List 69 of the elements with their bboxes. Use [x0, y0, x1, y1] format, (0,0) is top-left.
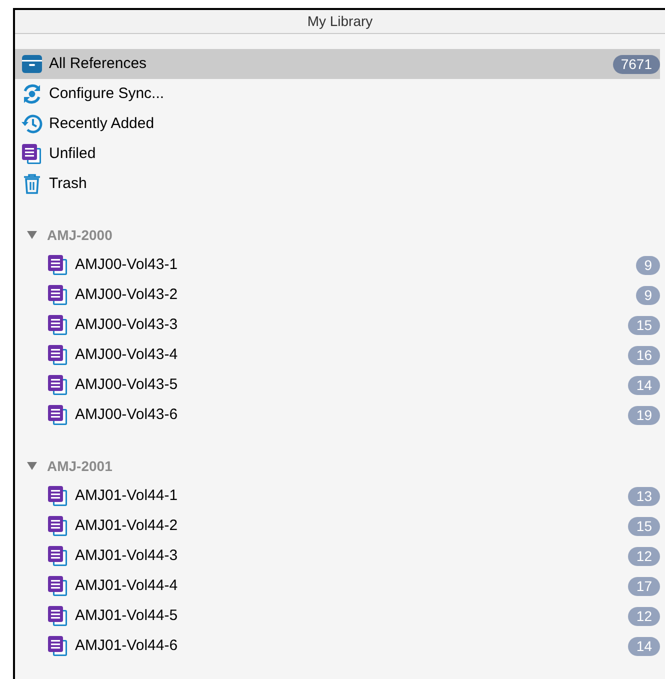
collection-item[interactable]: AMJ01-Vol44-6 14 [15, 631, 660, 661]
item-label: Configure Sync... [49, 84, 164, 104]
count-badge: 14 [628, 636, 660, 656]
item-label: AMJ01-Vol44-4 [75, 576, 178, 596]
collection-item[interactable]: AMJ01-Vol44-2 15 [15, 511, 660, 541]
trash-icon [22, 173, 42, 195]
count-badge: 12 [628, 546, 660, 566]
collection-item[interactable]: AMJ00-Vol43-3 15 [15, 310, 660, 340]
item-label: AMJ00-Vol43-3 [75, 314, 178, 335]
count-badge: 15 [628, 516, 660, 536]
item-label: Unfiled [49, 144, 96, 164]
collection-item[interactable]: AMJ00-Vol43-5 14 [15, 370, 660, 400]
item-label: All References [49, 54, 147, 74]
count-badge: 13 [628, 486, 660, 506]
item-label: AMJ00-Vol43-2 [75, 284, 178, 305]
library-item[interactable]: Unfiled [15, 139, 660, 169]
item-label: AMJ00-Vol43-6 [75, 404, 178, 425]
document-stack-icon [47, 344, 69, 366]
document-stack-icon [47, 254, 69, 276]
count-badge: 19 [628, 406, 660, 424]
item-label: AMJ01-Vol44-3 [75, 546, 178, 566]
library-item[interactable]: All References 7671 [15, 49, 660, 79]
document-stack-icon [47, 575, 69, 597]
collection-item[interactable]: AMJ00-Vol43-2 9 [15, 280, 660, 310]
document-stack-icon [47, 314, 69, 336]
document-stack-icon [47, 515, 69, 537]
item-label: AMJ00-Vol43-5 [75, 374, 178, 395]
count-badge: 16 [628, 346, 660, 364]
document-stack-icon [47, 485, 69, 507]
document-stack-icon [47, 404, 69, 426]
group-label: AMJ-2000 [47, 226, 112, 244]
item-label: AMJ00-Vol43-4 [75, 344, 178, 365]
collection-item[interactable]: AMJ01-Vol44-5 12 [15, 601, 660, 631]
count-badge: 14 [628, 376, 660, 394]
history-icon [21, 113, 43, 135]
document-stack-icon [47, 284, 69, 306]
count-badge: 7671 [612, 54, 660, 74]
item-label: AMJ01-Vol44-5 [75, 606, 178, 626]
item-label: AMJ01-Vol44-2 [75, 516, 178, 536]
triangle-down-icon[interactable] [27, 230, 37, 240]
document-stack-icon [47, 635, 69, 657]
collection-item[interactable]: AMJ01-Vol44-1 13 [15, 481, 660, 511]
document-stack-icon [47, 374, 69, 396]
collection-item[interactable]: AMJ01-Vol44-3 12 [15, 541, 660, 571]
triangle-down-icon[interactable] [27, 461, 37, 471]
item-label: AMJ01-Vol44-1 [75, 486, 178, 506]
library-item[interactable]: Recently Added [15, 109, 660, 139]
document-stack-icon [47, 545, 69, 567]
group-label: AMJ-2001 [47, 456, 112, 476]
count-badge: 15 [628, 316, 660, 334]
document-stack-icon [21, 143, 43, 165]
item-label: AMJ01-Vol44-6 [75, 636, 178, 656]
item-label: Trash [49, 174, 87, 194]
library-item[interactable]: Trash [15, 169, 660, 199]
collection-item[interactable]: AMJ00-Vol43-6 19 [15, 400, 660, 430]
item-label: AMJ00-Vol43-1 [75, 254, 178, 275]
document-stack-icon [47, 605, 69, 627]
panel-title: My Library [307, 12, 373, 31]
collection-item[interactable]: AMJ00-Vol43-4 16 [15, 340, 660, 370]
archive-box-icon [21, 54, 43, 74]
item-label: Recently Added [49, 114, 154, 134]
count-badge: 9 [636, 286, 660, 304]
library-item[interactable]: Configure Sync... [15, 79, 660, 109]
collection-item[interactable]: AMJ00-Vol43-1 9 [15, 250, 660, 280]
collection-item[interactable]: AMJ01-Vol44-4 17 [15, 571, 660, 601]
count-badge: 9 [636, 256, 660, 274]
sync-icon [21, 83, 43, 105]
count-badge: 17 [628, 576, 660, 596]
count-badge: 12 [628, 606, 660, 626]
